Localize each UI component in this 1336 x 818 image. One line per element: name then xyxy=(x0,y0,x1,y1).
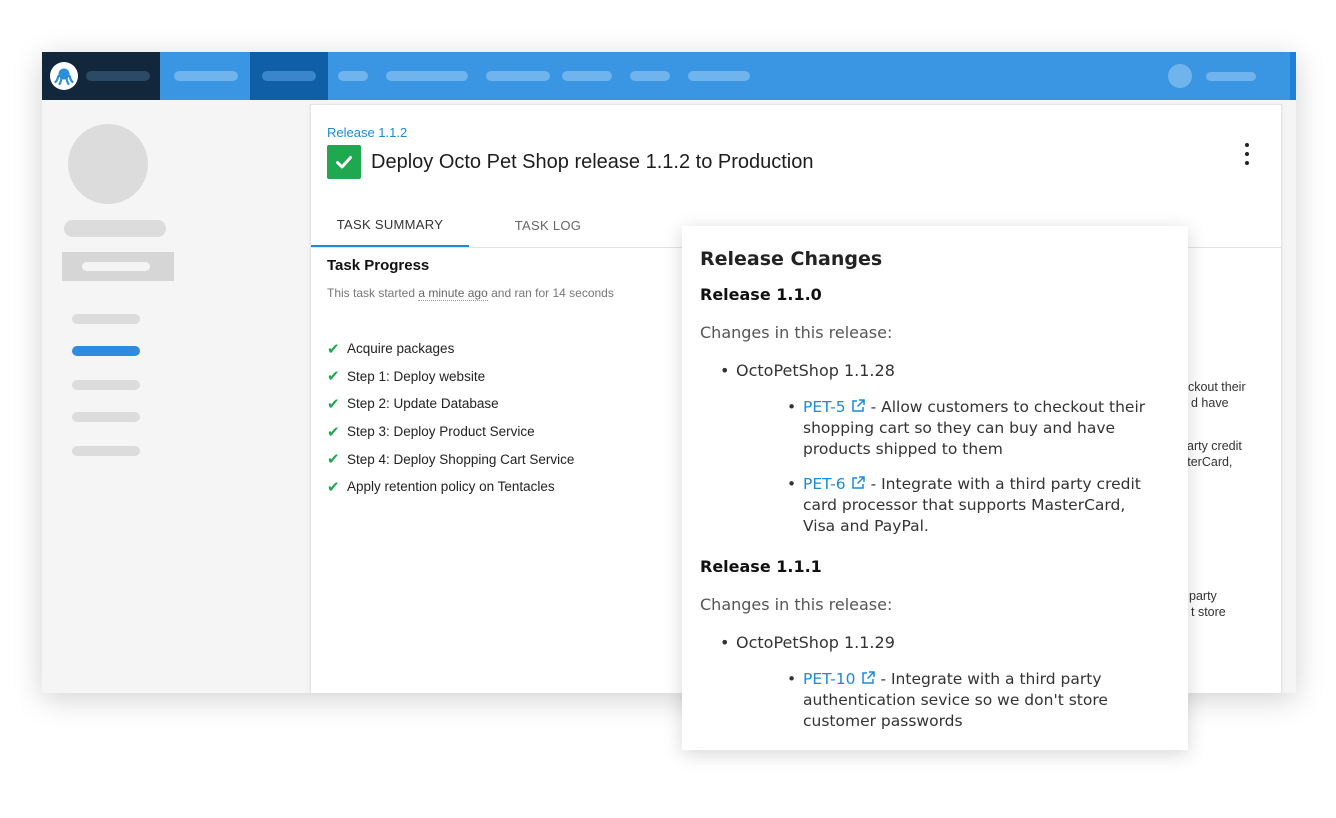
task-step[interactable]: ✔ Step 2: Update Database xyxy=(327,390,574,418)
task-progress-subtitle: This task started a minute ago and ran f… xyxy=(327,286,614,301)
change-item: PET-6 - Integrate with a third party cre… xyxy=(787,474,1141,537)
checkmark-icon: ✔ xyxy=(327,478,340,496)
sidebar-item-active[interactable] xyxy=(72,346,140,356)
change-item: PET-10 - Integrate with a third party au… xyxy=(787,669,1108,732)
change-item: PET-5 - Allow customers to checkout thei… xyxy=(787,397,1146,460)
sidebar-item-placeholder[interactable] xyxy=(72,412,140,422)
nav-item-placeholder[interactable] xyxy=(486,71,550,81)
nav-item-placeholder[interactable] xyxy=(386,71,468,81)
project-switcher-label-placeholder xyxy=(82,262,150,271)
release-heading: Release 1.1.0 xyxy=(700,285,822,304)
change-text: authentication sevice so we don't store xyxy=(803,691,1108,709)
checkmark-icon: ✔ xyxy=(327,368,340,386)
project-name-placeholder xyxy=(64,220,166,237)
checkmark-icon: ✔ xyxy=(327,340,340,358)
page-title: Deploy Octo Pet Shop release 1.1.2 to Pr… xyxy=(371,150,814,173)
nav-scroll-strip xyxy=(1290,52,1296,100)
sidebar-item-placeholder[interactable] xyxy=(72,380,140,390)
change-text: Visa and PayPal. xyxy=(803,517,929,535)
background-text-fragment: t store xyxy=(1191,605,1226,619)
sidebar-item-placeholder[interactable] xyxy=(72,446,140,456)
change-text: products shipped to them xyxy=(803,440,1003,458)
change-text: customer passwords xyxy=(803,712,963,730)
started-prefix: This task started xyxy=(327,286,416,300)
project-switcher-placeholder[interactable] xyxy=(62,252,174,281)
background-text-fragment: party xyxy=(1189,589,1217,603)
task-step[interactable]: ✔ Step 4: Deploy Shopping Cart Service xyxy=(327,445,574,473)
release-heading: Release 1.1.1 xyxy=(700,557,822,576)
nav-item-active-label-placeholder xyxy=(262,71,316,81)
ticket-link[interactable]: PET-5 xyxy=(803,398,846,416)
task-step-label: Acquire packages xyxy=(347,341,455,357)
nav-item-placeholder[interactable] xyxy=(630,71,670,81)
ticket-link[interactable]: PET-10 xyxy=(803,670,856,688)
user-avatar[interactable] xyxy=(1168,64,1192,88)
ticket-link[interactable]: PET-6 xyxy=(803,475,846,493)
release-changes-heading: Release Changes xyxy=(700,248,883,270)
checkmark-icon: ✔ xyxy=(327,423,340,441)
background-text-fragment: sterCard, xyxy=(1181,455,1233,469)
task-step[interactable]: ✔ Apply retention policy on Tentacles xyxy=(327,473,574,501)
external-link-icon[interactable] xyxy=(850,475,866,491)
task-step[interactable]: ✔ Step 1: Deploy website xyxy=(327,363,574,391)
checkmark-icon: ✔ xyxy=(327,395,340,413)
nav-item-placeholder[interactable] xyxy=(174,71,238,81)
external-link-icon[interactable] xyxy=(860,670,876,686)
task-step-label: Apply retention policy on Tentacles xyxy=(347,479,555,495)
background-text-fragment: arty credit xyxy=(1187,439,1242,453)
project-sidebar xyxy=(42,100,310,693)
release-breadcrumb-link[interactable]: Release 1.1.2 xyxy=(327,125,407,140)
user-name-placeholder[interactable] xyxy=(1206,72,1256,81)
title-row: Deploy Octo Pet Shop release 1.1.2 to Pr… xyxy=(327,145,814,179)
project-avatar-placeholder xyxy=(68,124,148,204)
change-text: - Integrate with a third party credit xyxy=(870,475,1141,493)
top-nav-bar xyxy=(42,52,1296,100)
checkmark-icon: ✔ xyxy=(327,451,340,469)
sidebar-item-placeholder[interactable] xyxy=(72,314,140,324)
nav-item-active[interactable] xyxy=(250,52,328,100)
started-relative-time[interactable]: a minute ago xyxy=(418,286,488,301)
brand-name-placeholder xyxy=(86,71,150,81)
change-text: shopping cart so they can buy and have xyxy=(803,419,1116,437)
nav-item-placeholder[interactable] xyxy=(338,71,368,81)
duration-text: and ran for 14 seconds xyxy=(491,286,614,300)
task-progress-title: Task Progress xyxy=(327,257,430,274)
checkmark-icon xyxy=(327,145,361,179)
task-step-label: Step 1: Deploy website xyxy=(347,368,486,384)
change-text: - Integrate with a third party xyxy=(880,670,1102,688)
task-step[interactable]: ✔ Acquire packages xyxy=(327,335,574,363)
background-text-fragment: eckout their xyxy=(1181,380,1246,394)
more-vert-icon[interactable] xyxy=(1243,143,1251,165)
package-item: OctoPetShop 1.1.29 xyxy=(720,633,895,652)
task-step-label: Step 2: Update Database xyxy=(347,396,499,412)
background-text-fragment: d have xyxy=(1191,396,1229,410)
octopus-logo-icon xyxy=(50,62,78,90)
external-link-icon[interactable] xyxy=(850,398,866,414)
brand-area[interactable] xyxy=(42,52,160,100)
task-step-label: Step 3: Deploy Product Service xyxy=(347,424,535,440)
tab-task-log[interactable]: TASK LOG xyxy=(469,203,627,247)
nav-item-placeholder[interactable] xyxy=(688,71,750,81)
change-text: card processor that supports MasterCard, xyxy=(803,496,1126,514)
changes-label: Changes in this release: xyxy=(700,323,893,342)
release-changes-popup: Release Changes Release 1.1.0 Changes in… xyxy=(682,226,1188,750)
task-step[interactable]: ✔ Step 3: Deploy Product Service xyxy=(327,418,574,446)
task-steps-list: ✔ Acquire packages ✔ Step 1: Deploy websit… xyxy=(327,335,574,501)
task-step-label: Step 4: Deploy Shopping Cart Service xyxy=(347,451,575,467)
nav-item-placeholder[interactable] xyxy=(562,71,612,81)
changes-label: Changes in this release: xyxy=(700,595,893,614)
change-text: - Allow customers to checkout their xyxy=(870,398,1146,416)
tab-task-summary[interactable]: TASK SUMMARY xyxy=(311,203,469,247)
package-item: OctoPetShop 1.1.28 xyxy=(720,361,895,380)
